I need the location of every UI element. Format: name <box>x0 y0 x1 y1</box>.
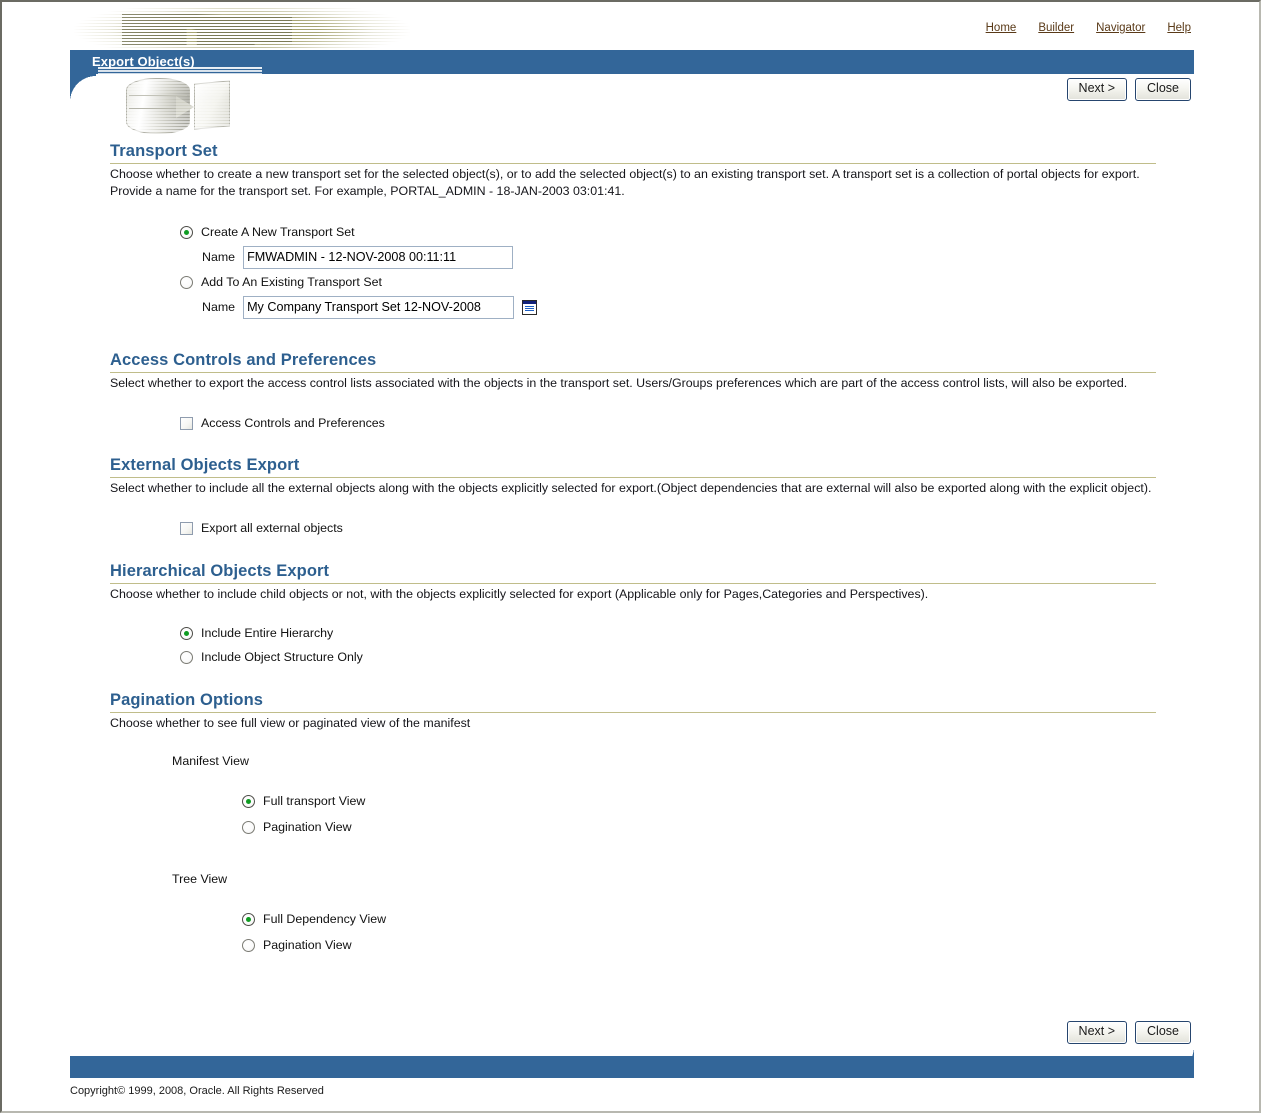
manifest-full-transport-label: Full transport View <box>263 794 366 808</box>
access-controls-options: Access Controls and Preferences <box>2 412 1259 434</box>
tree-pagination-row[interactable]: Pagination View <box>242 932 1259 958</box>
section-external-objects: External Objects Export Select whether t… <box>2 456 1259 539</box>
access-controls-checkbox-label: Access Controls and Preferences <box>201 416 385 430</box>
external-objects-options: Export all external objects <box>2 517 1259 539</box>
nav-home[interactable]: Home <box>986 22 1017 34</box>
page-title: Export Object(s) <box>92 54 195 69</box>
include-object-structure-radio[interactable] <box>180 650 193 664</box>
existing-name-row: Name <box>180 293 1259 321</box>
section-access-controls: Access Controls and Preferences Select w… <box>2 351 1259 434</box>
copyright-text: Copyright© 1999, 2008, Oracle. All Right… <box>70 1085 324 1097</box>
export-arrow-icon <box>176 96 194 118</box>
manifest-pagination-label: Pagination View <box>263 820 352 834</box>
external-objects-heading: External Objects Export <box>110 456 300 474</box>
section-pagination-options: Pagination Options Choose whether to see… <box>2 691 1259 958</box>
oracle-logo <box>74 8 410 52</box>
manifest-full-transport-radio[interactable] <box>242 794 255 808</box>
logo-wordmark <box>122 14 292 46</box>
list-browse-icon[interactable] <box>522 299 538 315</box>
external-objects-description: Select whether to include all the extern… <box>110 481 1152 495</box>
include-object-structure-label: Include Object Structure Only <box>201 650 363 664</box>
tree-full-dependency-row[interactable]: Full Dependency View <box>242 906 1259 932</box>
title-bar-corner <box>70 74 96 102</box>
document-page-icon <box>194 80 230 130</box>
include-entire-hierarchy-row[interactable]: Include Entire Hierarchy <box>180 622 1259 644</box>
manifest-view-label: Manifest View <box>172 754 249 768</box>
create-name-row: Name <box>180 243 1259 271</box>
hierarchical-objects-description: Choose whether to include child objects … <box>110 587 929 601</box>
export-external-objects-checkbox[interactable] <box>180 521 193 535</box>
manifest-full-transport-row[interactable]: Full transport View <box>242 788 1259 814</box>
include-entire-hierarchy-label: Include Entire Hierarchy <box>201 626 334 640</box>
existing-name-label: Name <box>202 300 236 314</box>
create-name-label: Name <box>202 250 236 264</box>
manifest-view-options: Full transport View Pagination View <box>2 788 1259 840</box>
tree-pagination-radio[interactable] <box>242 938 255 952</box>
section-hierarchical-objects: Hierarchical Objects Export Choose wheth… <box>2 562 1259 668</box>
add-existing-transport-set-label: Add To An Existing Transport Set <box>201 275 382 289</box>
create-name-input[interactable] <box>243 245 514 269</box>
include-object-structure-row[interactable]: Include Object Structure Only <box>180 646 1259 668</box>
create-transport-set-radio[interactable] <box>180 225 193 239</box>
access-controls-checkbox-row[interactable]: Access Controls and Preferences <box>180 412 1259 434</box>
add-existing-transport-set-radio[interactable] <box>180 275 193 289</box>
page-viewport: Home Builder Navigator Help Export Objec… <box>0 0 1261 1113</box>
nav-builder[interactable]: Builder <box>1038 22 1074 34</box>
illustration-fade <box>98 66 262 134</box>
top-button-row: Next > Close <box>1066 78 1191 101</box>
include-entire-hierarchy-radio[interactable] <box>180 626 193 640</box>
transport-set-heading: Transport Set <box>110 142 218 160</box>
top-navigation: Home Builder Navigator Help <box>986 22 1191 34</box>
export-external-checkbox-row[interactable]: Export all external objects <box>180 517 1259 539</box>
form-content: Transport Set Choose whether to create a… <box>2 142 1259 958</box>
bottom-button-row: Next > Close <box>1066 1021 1191 1044</box>
tree-full-dependency-radio[interactable] <box>242 912 255 926</box>
access-controls-heading: Access Controls and Preferences <box>110 351 377 369</box>
close-button-bottom[interactable]: Close <box>1135 1021 1191 1044</box>
tree-view-options: Full Dependency View Pagination View <box>2 906 1259 958</box>
create-transport-set-row[interactable]: Create A New Transport Set <box>180 221 1259 243</box>
export-external-objects-label: Export all external objects <box>201 521 343 535</box>
export-illustration-icon <box>98 66 262 134</box>
manifest-pagination-radio[interactable] <box>242 820 255 834</box>
access-controls-description: Select whether to export the access cont… <box>110 376 1128 390</box>
existing-name-input[interactable] <box>243 295 515 319</box>
next-button-top[interactable]: Next > <box>1066 78 1128 101</box>
pagination-options-description: Choose whether to see full view or pagin… <box>110 716 471 730</box>
section-transport-set: Transport Set Choose whether to create a… <box>2 142 1259 321</box>
access-controls-checkbox[interactable] <box>180 416 193 430</box>
manifest-pagination-row[interactable]: Pagination View <box>242 814 1259 840</box>
tree-pagination-label: Pagination View <box>263 938 352 952</box>
database-disc-icon <box>126 78 190 134</box>
nav-help[interactable]: Help <box>1167 22 1191 34</box>
page-title-bar: Export Object(s) <box>70 50 1194 74</box>
transport-set-options: Create A New Transport Set Name Add To A… <box>2 221 1259 321</box>
tree-view-label: Tree View <box>172 872 228 886</box>
create-transport-set-label: Create A New Transport Set <box>201 225 355 239</box>
hierarchical-objects-heading: Hierarchical Objects Export <box>110 562 330 580</box>
tree-full-dependency-label: Full Dependency View <box>263 912 387 926</box>
pagination-options-heading: Pagination Options <box>110 691 264 709</box>
transport-set-description: Choose whether to create a new transport… <box>110 167 1140 198</box>
footer-bar <box>70 1056 1194 1078</box>
close-button-top[interactable]: Close <box>1135 78 1191 101</box>
nav-navigator[interactable]: Navigator <box>1096 22 1145 34</box>
hierarchical-objects-options: Include Entire Hierarchy Include Object … <box>2 622 1259 668</box>
add-existing-transport-set-row[interactable]: Add To An Existing Transport Set <box>180 271 1259 293</box>
next-button-bottom[interactable]: Next > <box>1066 1021 1128 1044</box>
